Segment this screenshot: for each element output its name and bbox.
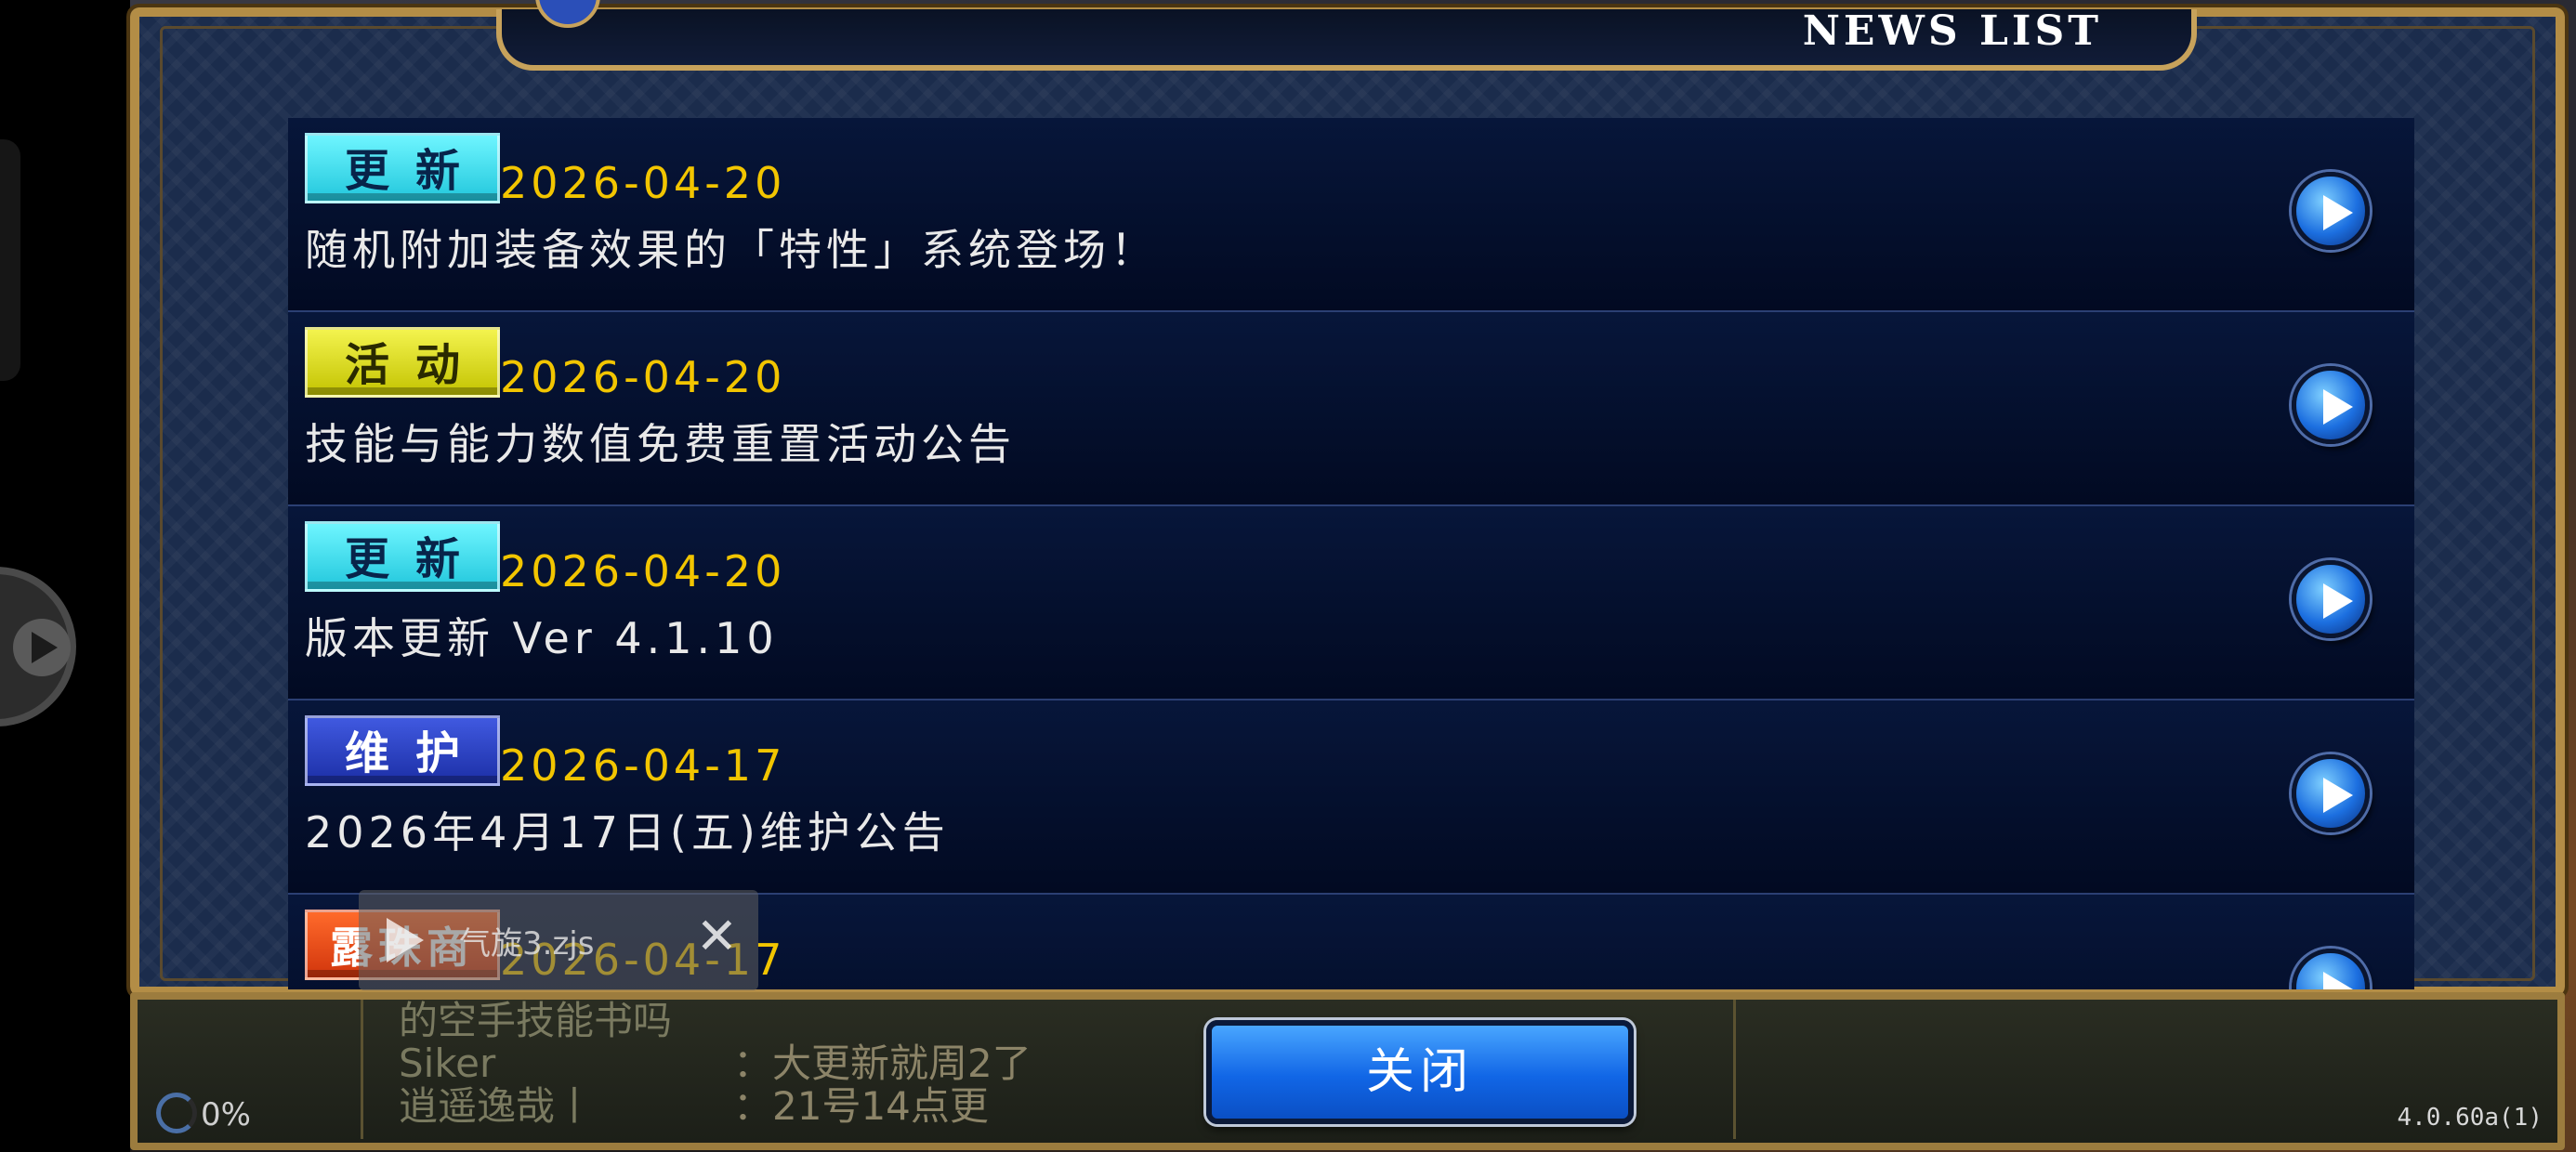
news-tag: 更新 <box>305 521 500 592</box>
title-bar: NEWS LIST <box>496 0 2197 71</box>
open-news-button[interactable] <box>2292 949 2370 989</box>
open-news-button[interactable] <box>2292 366 2370 444</box>
chat-name: 逍遥逸哉丨 <box>399 1083 595 1129</box>
chat-message: ：21号14点更 <box>733 1083 989 1129</box>
open-news-button[interactable] <box>2292 754 2370 832</box>
news-title: 2026年4月17日(五)维护公告 <box>305 807 950 857</box>
version-label: 4.0.60a(1) <box>2397 1104 2543 1132</box>
progress-text: 0% <box>201 1096 251 1133</box>
close-icon[interactable]: ✕ <box>696 910 738 962</box>
side-nav-button[interactable] <box>0 567 76 727</box>
system-edge-handle[interactable] <box>0 139 20 381</box>
news-title: 随机附加装备效果的「特性」系统登场！ <box>305 225 1158 275</box>
window-title: NEWS LIST <box>1802 13 2102 46</box>
forward-arrow-icon <box>13 619 71 676</box>
news-item[interactable]: 更新 2026-04-20 版本更新 Ver 4.1.10 <box>288 506 2414 700</box>
news-tag: 活动 <box>305 327 500 398</box>
loading-ring-icon <box>156 1093 197 1133</box>
download-toast[interactable]: 气旋3.zjs ✕ <box>359 890 758 990</box>
news-date: 2026-04-20 <box>500 352 786 402</box>
chat-name: 的空手技能书吗 <box>399 998 673 1043</box>
play-icon <box>387 918 424 962</box>
news-date: 2026-04-20 <box>500 158 786 208</box>
chat-line: 逍遥逸哉丨 ：21号14点更 <box>399 1085 989 1128</box>
news-title: 技能与能力数值免费重置活动公告 <box>305 419 1016 469</box>
close-button[interactable]: 关闭 <box>1206 1020 1634 1124</box>
news-item[interactable]: 活动 2026-04-20 技能与能力数值免费重置活动公告 <box>288 312 2414 506</box>
chat-name: Siker <box>399 1041 496 1086</box>
news-date: 2026-04-17 <box>500 740 786 791</box>
open-news-button[interactable] <box>2292 172 2370 250</box>
screen: NEWS LIST 更新 2026-04-20 随机附加装备效果的「特性」系统登… <box>0 0 2576 1152</box>
bottom-bar: 的空手技能书吗 Siker ：大更新就周2了 逍遥逸哉丨 ：21号14点更 关闭 0… <box>130 992 2565 1150</box>
chat-line: Siker ：大更新就周2了 <box>399 1042 1032 1085</box>
news-tag: 更新 <box>305 133 500 203</box>
chat-line: 的空手技能书吗 <box>399 1000 733 1042</box>
chat-message: ：大更新就周2了 <box>733 1041 1032 1086</box>
news-list[interactable]: 更新 2026-04-20 随机附加装备效果的「特性」系统登场！ 活动 2026… <box>288 118 2414 989</box>
news-title: 版本更新 Ver 4.1.10 <box>305 613 779 663</box>
toast-text: 气旋3.zjs <box>459 925 595 962</box>
news-date: 2026-04-20 <box>500 546 786 596</box>
news-item[interactable]: 维护 2026-04-17 2026年4月17日(五)维护公告 <box>288 700 2414 895</box>
title-gem-ornament <box>535 0 600 28</box>
open-news-button[interactable] <box>2292 560 2370 638</box>
news-tag: 维护 <box>305 715 500 786</box>
news-item[interactable]: 更新 2026-04-20 随机附加装备效果的「特性」系统登场！ <box>288 118 2414 312</box>
